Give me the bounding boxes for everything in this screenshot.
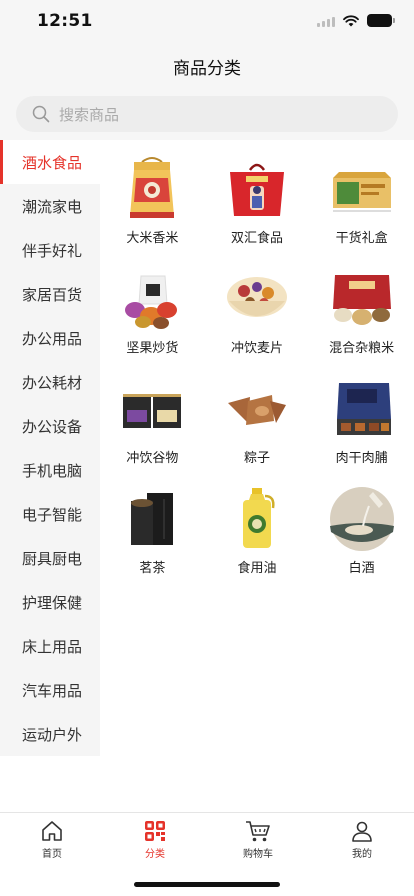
subcategory-label: 冲饮谷物	[126, 451, 179, 466]
nuts-icon	[125, 275, 178, 329]
sidebar-item-phones-computers[interactable]: 手机电脑	[0, 448, 100, 492]
mixed-grains-icon	[332, 275, 391, 325]
sidebar-item-label: 伴手好礼	[22, 241, 83, 260]
nav-bar: 商品分类	[0, 44, 414, 88]
subcategory-label: 白酒	[348, 561, 375, 576]
subcategory-rice[interactable]: 大米香米	[100, 156, 205, 250]
sidebar-item-label: 手机电脑	[22, 461, 83, 480]
subcategory-label: 坚果炒货	[126, 341, 179, 356]
shuanghui-gift-box-icon	[229, 163, 284, 216]
status-time: 12:51	[37, 11, 93, 31]
jerky-icon	[336, 383, 391, 435]
tab-profile[interactable]: 我的	[322, 819, 402, 860]
tab-label: 分类	[145, 849, 165, 860]
subcategory-dried-goods[interactable]: 干货礼盒	[309, 156, 414, 250]
sidebar-item-health-care[interactable]: 护理保健	[0, 580, 100, 624]
home-icon	[42, 821, 62, 841]
sidebar-item-label: 办公设备	[22, 417, 83, 436]
zongzi-icon	[227, 395, 286, 425]
category-sidebar: 酒水食品 潮流家电 伴手好礼 家居百货 办公用品 办公耗材 办公设备 手机电脑 …	[0, 140, 100, 756]
status-icons	[317, 14, 395, 27]
sidebar-item-car-accessories[interactable]: 汽车用品	[0, 668, 100, 712]
subcategory-cooking-oil[interactable]: 食用油	[205, 486, 310, 580]
grain-drink-icon	[123, 394, 182, 428]
sidebar-item-label: 汽车用品	[22, 681, 83, 700]
tab-label: 首页	[42, 849, 62, 860]
sidebar-item-home-appliances[interactable]: 潮流家电	[0, 184, 100, 228]
sidebar-item-bedding[interactable]: 床上用品	[0, 624, 100, 668]
tab-label: 我的	[352, 849, 372, 860]
sidebar-item-label: 家居百货	[22, 285, 83, 304]
subcategory-jerky[interactable]: 肉干肉脯	[309, 376, 414, 470]
subcategory-label: 肉干肉脯	[335, 451, 388, 466]
sidebar-item-beverages-food[interactable]: 酒水食品	[0, 140, 100, 184]
page-title: 商品分类	[173, 58, 241, 79]
tea-icon	[131, 493, 174, 545]
subcategory-grain-drinks[interactable]: 冲饮谷物	[100, 376, 205, 470]
subcategory-cereal[interactable]: 冲饮麦片	[205, 266, 310, 360]
search-placeholder: 搜索商品	[59, 105, 120, 124]
search-input[interactable]: 搜索商品	[16, 96, 398, 132]
subcategory-label: 双汇食品	[230, 231, 283, 246]
tab-home[interactable]: 首页	[12, 819, 92, 860]
sidebar-item-sports-outdoor[interactable]: 运动户外	[0, 712, 100, 756]
sidebar-item-label: 潮流家电	[22, 197, 83, 216]
subcategory-zongzi[interactable]: 粽子	[205, 376, 310, 470]
cereal-bowl-icon	[226, 277, 287, 317]
tab-category[interactable]: 分类	[115, 819, 195, 860]
sidebar-item-label: 电子智能	[22, 505, 83, 524]
tab-label: 购物车	[243, 849, 273, 860]
sidebar-item-office-equipment[interactable]: 办公设备	[0, 404, 100, 448]
status-bar: 12:51	[0, 0, 414, 44]
dried-goods-box-icon	[332, 172, 391, 212]
sidebar-item-label: 办公耗材	[22, 373, 83, 392]
user-icon	[352, 821, 372, 842]
sidebar-item-office-supplies[interactable]: 办公用品	[0, 316, 100, 360]
search-icon	[32, 105, 50, 123]
sidebar-item-label: 护理保健	[22, 593, 83, 612]
sidebar-item-label: 办公用品	[22, 329, 83, 348]
sidebar-item-household[interactable]: 家居百货	[0, 272, 100, 316]
sidebar-item-label: 运动户外	[22, 725, 83, 744]
subcategory-baijiu[interactable]: 白酒	[309, 486, 414, 580]
subcategory-label: 食用油	[237, 561, 277, 576]
sidebar-item-gifts[interactable]: 伴手好礼	[0, 228, 100, 272]
cart-icon	[246, 821, 270, 842]
wifi-icon	[343, 14, 359, 26]
cooking-oil-icon	[242, 488, 275, 548]
rice-gift-bag-icon	[130, 157, 175, 218]
subcategory-label: 干货礼盒	[335, 231, 388, 246]
subcategory-label: 混合杂粮米	[329, 341, 395, 356]
subcategory-tea[interactable]: 茗茶	[100, 486, 205, 580]
sidebar-item-label: 厨具厨电	[22, 549, 83, 568]
subcategory-shuanghui[interactable]: 双汇食品	[205, 156, 310, 250]
subcategory-grid: 大米香米 双汇食品 干货礼盒 坚果炒货 冲饮麦片 混合杂粮米 冲饮谷物 粽子 肉…	[100, 140, 414, 580]
subcategory-nuts[interactable]: 坚果炒货	[100, 266, 205, 360]
cellular-signal-icon	[317, 15, 335, 27]
battery-icon	[367, 14, 395, 27]
sidebar-item-label: 酒水食品	[22, 153, 83, 172]
subcategory-label: 冲饮麦片	[230, 341, 283, 356]
subcategory-mixed-grains[interactable]: 混合杂粮米	[309, 266, 414, 360]
category-icon	[145, 821, 165, 841]
tab-cart[interactable]: 购物车	[218, 819, 298, 860]
subcategory-label: 茗茶	[139, 561, 166, 576]
sidebar-item-smart-electronics[interactable]: 电子智能	[0, 492, 100, 536]
subcategory-label: 粽子	[243, 451, 270, 466]
sidebar-item-label: 床上用品	[22, 637, 83, 656]
home-indicator	[134, 882, 280, 887]
baijiu-icon	[329, 487, 394, 551]
search-area: 搜索商品	[0, 88, 414, 140]
subcategory-label: 大米香米	[126, 231, 179, 246]
sidebar-item-kitchen[interactable]: 厨具厨电	[0, 536, 100, 580]
sidebar-item-office-consumables[interactable]: 办公耗材	[0, 360, 100, 404]
